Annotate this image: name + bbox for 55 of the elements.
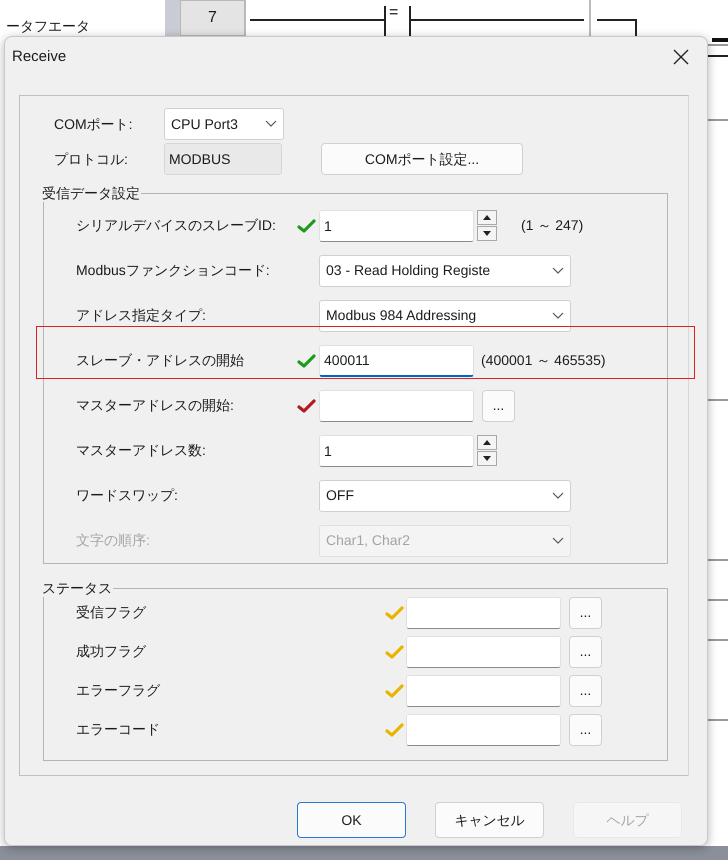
field-label: マスターアドレス数: [76,441,207,460]
row-number: 7 [180,0,245,36]
chevron-icon [265,120,277,128]
chevron-icon [552,266,564,274]
text-field[interactable] [406,636,561,668]
browse-button[interactable]: ... [569,596,602,628]
readonly-field: MODBUS [164,143,282,175]
settings-button[interactable]: COMポート設定... [321,143,523,175]
dropdown[interactable]: Modbus 984 Addressing [319,300,571,332]
dialog-button[interactable]: OK [297,802,406,838]
browse-button[interactable]: ... [569,674,602,706]
field-label: スレーブ・アドレスの開始 [76,351,245,370]
spin-up-button[interactable] [477,435,497,450]
sidebar-text: ータフエータ [6,18,90,34]
field-label: プロトコル: [54,150,129,168]
text-field[interactable]: 400011 [319,344,474,376]
chevron-icon [552,492,564,500]
range-text: (1 ～ 247) [521,216,584,235]
text-field[interactable]: 1 [319,210,474,242]
text-field[interactable] [319,390,474,422]
up-arrow-icon [483,215,491,220]
dropdown[interactable]: OFF [319,480,571,512]
field-label: エラーフラグ [76,681,162,700]
group-title: 受信データ設定 [42,184,141,202]
close-icon [672,48,690,66]
text-field[interactable]: 1 [319,434,474,466]
spin-down-button[interactable] [477,451,497,466]
text-field[interactable] [406,674,561,706]
field-label: エラーコード [76,720,161,739]
text-field[interactable] [406,714,561,746]
field-label: Modbusファンクションコード: [76,261,271,280]
browse-button[interactable]: ... [482,390,515,422]
field-label: アドレス指定タイプ: [76,306,207,325]
field-label: シリアルデバイスのスレーブID: [76,216,277,235]
up-arrow-icon [483,440,491,445]
dialog-button[interactable]: キャンセル [435,802,544,838]
chevron-icon [552,536,564,544]
field-label: 受信フラグ [76,603,148,622]
text-field[interactable] [406,596,561,628]
down-arrow-icon [483,456,491,461]
window-title: Receive [12,46,68,67]
field-label: マスターアドレスの開始: [76,396,235,415]
field-label: COMポート: [54,114,134,134]
down-arrow-icon [483,231,491,236]
spin-down-button[interactable] [477,226,497,241]
chevron-icon [552,312,564,320]
field-label: ワードスワップ: [76,486,179,505]
browse-button[interactable]: ... [569,714,602,746]
browse-button[interactable]: ... [569,636,602,668]
range-text: (400001 ～ 465535) [481,351,606,370]
dropdown[interactable]: CPU Port3 [164,108,284,140]
spin-up-button[interactable] [477,210,497,225]
field-label: 文字の順序: [76,531,151,550]
field-label: 成功フラグ [76,642,148,661]
dropdown[interactable]: 03 - Read Holding Registe [319,254,571,286]
